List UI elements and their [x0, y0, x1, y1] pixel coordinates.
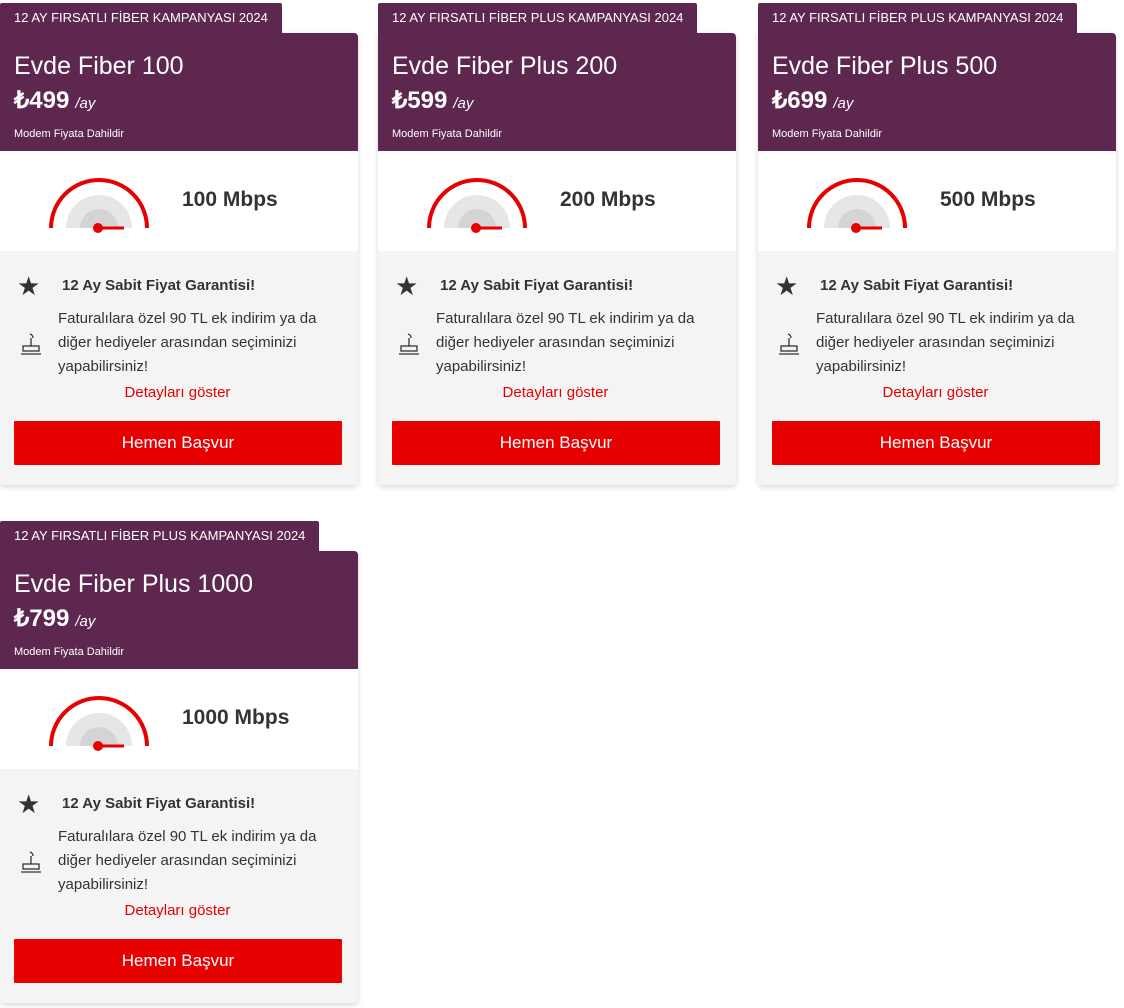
plan-header: Evde Fiber 100 ₺499/ay Modem Fiyata Dahi… [0, 33, 358, 151]
star-icon: ★ [775, 271, 799, 301]
plan-price: ₺699/ay [772, 87, 853, 118]
plan-name: Evde Fiber Plus 500 [772, 52, 998, 80]
plan-card-body: Evde Fiber Plus 1000 ₺799/ay Modem Fiyat… [0, 551, 358, 1003]
speedometer-icon [807, 178, 907, 233]
speed-section: 200 Mbps [378, 151, 736, 251]
features-section: ★ 12 Ay Sabit Fiyat Garantisi! Faturalıl… [758, 251, 1116, 485]
campaign-tag: 12 AY FIRSATLI FİBER PLUS KAMPANYASI 202… [0, 521, 320, 551]
router-icon [779, 333, 799, 355]
price-period: /ay [75, 95, 96, 112]
speedometer-icon [427, 178, 527, 233]
star-icon: ★ [395, 271, 419, 301]
campaign-tag: 12 AY FIRSATLI FİBER PLUS KAMPANYASI 202… [378, 3, 698, 33]
gift-description: Faturalılara özel 90 TL ek indirim ya da… [436, 310, 695, 375]
speed-value: 100 Mbps [182, 188, 278, 211]
plan-header: Evde Fiber Plus 200 ₺599/ay Modem Fiyata… [378, 33, 736, 151]
gift-description: Faturalılara özel 90 TL ek indirim ya da… [58, 828, 317, 893]
plan-name: Evde Fiber Plus 1000 [14, 570, 254, 598]
plan-card-body: Evde Fiber Plus 500 ₺699/ay Modem Fiyata… [758, 33, 1116, 485]
plan-price: ₺599/ay [392, 87, 473, 118]
show-details-link[interactable]: Detayları göster [0, 902, 355, 919]
plan-header: Evde Fiber Plus 1000 ₺799/ay Modem Fiyat… [0, 551, 358, 669]
price-period: /ay [453, 95, 474, 112]
campaign-tag: 12 AY FIRSATLI FİBER PLUS KAMPANYASI 202… [758, 3, 1078, 33]
price-guarantee: 12 Ay Sabit Fiyat Garantisi! [62, 795, 256, 812]
speedometer-icon [49, 178, 149, 233]
plan-price: ₺499/ay [14, 87, 95, 118]
show-details-link[interactable]: Detayları göster [758, 384, 1113, 401]
plan-price: ₺799/ay [14, 605, 95, 636]
speed-value: 500 Mbps [940, 188, 1036, 211]
price-period: /ay [833, 95, 854, 112]
router-icon [399, 333, 419, 355]
plan-name: Evde Fiber 100 [14, 52, 184, 80]
features-section: ★ 12 Ay Sabit Fiyat Garantisi! Faturalıl… [0, 769, 358, 1003]
speed-section: 100 Mbps [0, 151, 358, 251]
speedometer-icon [49, 696, 149, 751]
router-icon [21, 851, 41, 873]
plan-name: Evde Fiber Plus 200 [392, 52, 618, 80]
speed-section: 500 Mbps [758, 151, 1116, 251]
speed-section: 1000 Mbps [0, 669, 358, 769]
speed-value: 1000 Mbps [182, 706, 290, 729]
modem-note: Modem Fiyata Dahildir [392, 128, 503, 140]
show-details-link[interactable]: Detayları göster [0, 384, 355, 401]
star-icon: ★ [17, 271, 41, 301]
apply-now-button[interactable]: Hemen Başvur [14, 421, 342, 465]
price-guarantee: 12 Ay Sabit Fiyat Garantisi! [62, 277, 256, 294]
plan-card: 12 AY FIRSATLI FİBER PLUS KAMPANYASI 202… [378, 3, 736, 490]
plan-header: Evde Fiber Plus 500 ₺699/ay Modem Fiyata… [758, 33, 1116, 151]
gift-description: Faturalılara özel 90 TL ek indirim ya da… [816, 310, 1075, 375]
features-section: ★ 12 Ay Sabit Fiyat Garantisi! Faturalıl… [378, 251, 736, 485]
plan-card-body: Evde Fiber Plus 200 ₺599/ay Modem Fiyata… [378, 33, 736, 485]
campaign-tag: 12 AY FIRSATLI FİBER KAMPANYASI 2024 [0, 3, 282, 33]
gift-description: Faturalılara özel 90 TL ek indirim ya da… [58, 310, 317, 375]
price-guarantee: 12 Ay Sabit Fiyat Garantisi! [440, 277, 634, 294]
apply-now-button[interactable]: Hemen Başvur [772, 421, 1100, 465]
features-section: ★ 12 Ay Sabit Fiyat Garantisi! Faturalıl… [0, 251, 358, 485]
router-icon [21, 333, 41, 355]
price-amount: ₺799 [14, 605, 70, 632]
star-icon: ★ [17, 789, 41, 819]
plan-card: 12 AY FIRSATLI FİBER KAMPANYASI 2024 Evd… [0, 3, 358, 490]
apply-now-button[interactable]: Hemen Başvur [14, 939, 342, 983]
plan-card-body: Evde Fiber 100 ₺499/ay Modem Fiyata Dahi… [0, 33, 358, 485]
modem-note: Modem Fiyata Dahildir [772, 128, 883, 140]
price-guarantee: 12 Ay Sabit Fiyat Garantisi! [820, 277, 1014, 294]
price-amount: ₺699 [772, 87, 828, 114]
modem-note: Modem Fiyata Dahildir [14, 128, 125, 140]
price-period: /ay [75, 613, 96, 630]
modem-note: Modem Fiyata Dahildir [14, 646, 125, 658]
show-details-link[interactable]: Detayları göster [378, 384, 733, 401]
speed-value: 200 Mbps [560, 188, 656, 211]
plan-card: 12 AY FIRSATLI FİBER PLUS KAMPANYASI 202… [758, 3, 1116, 490]
apply-now-button[interactable]: Hemen Başvur [392, 421, 720, 465]
price-amount: ₺499 [14, 87, 70, 114]
price-amount: ₺599 [392, 87, 448, 114]
